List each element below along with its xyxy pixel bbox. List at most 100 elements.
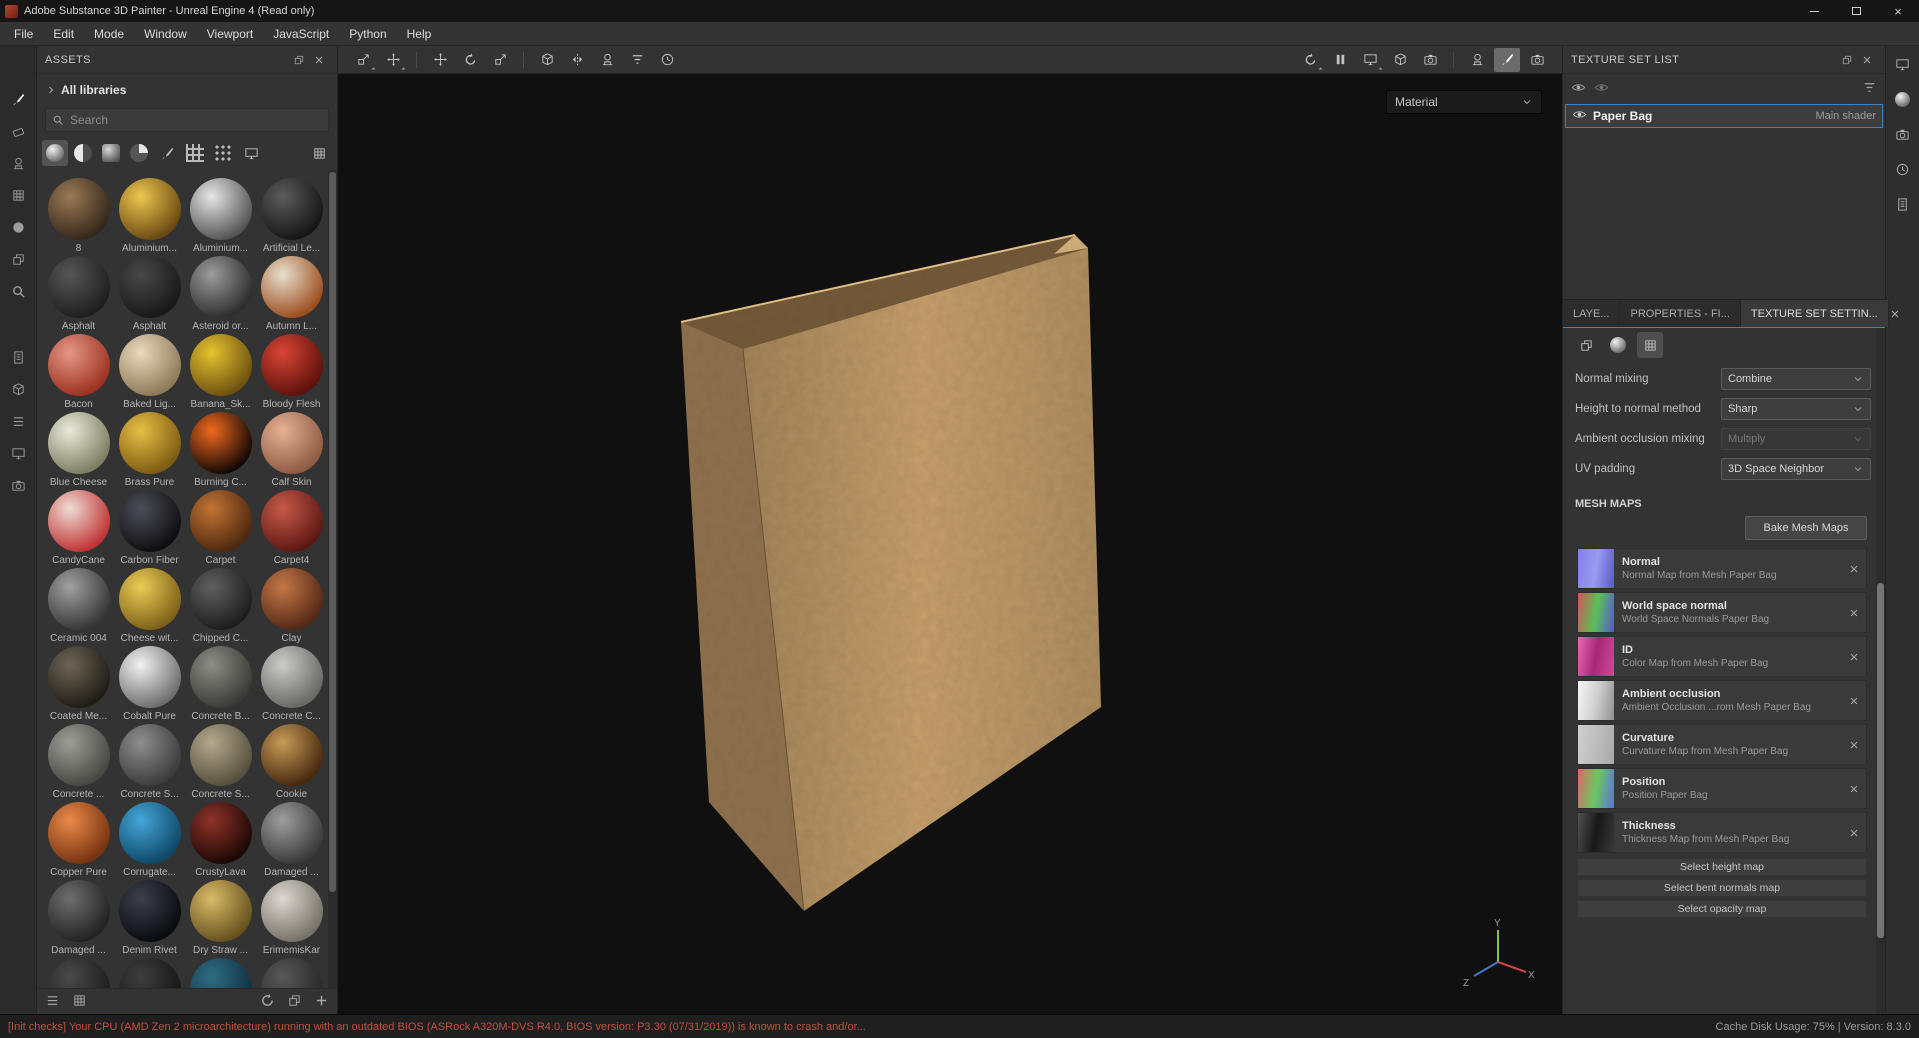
viewport-layout-icon[interactable] xyxy=(1357,48,1383,72)
asset-item[interactable] xyxy=(114,958,185,988)
asset-item[interactable]: Bloody Flesh xyxy=(256,334,327,412)
mesh-map-row[interactable]: Position Position Paper Bag xyxy=(1577,768,1867,809)
menu-item[interactable]: Edit xyxy=(43,22,84,45)
bake-mesh-maps-button[interactable]: Bake Mesh Maps xyxy=(1745,516,1867,540)
asset-item[interactable]: Artificial Le... xyxy=(256,178,327,256)
close-button[interactable]: × xyxy=(1877,0,1919,22)
quick-export-icon[interactable] xyxy=(5,344,31,370)
mesh-map-row[interactable]: Normal Normal Map from Mesh Paper Bag xyxy=(1577,548,1867,589)
camera-settings-icon[interactable] xyxy=(1892,123,1914,145)
material-mode-icon[interactable] xyxy=(1605,332,1631,358)
asset-item[interactable]: Damaged ... xyxy=(43,880,114,958)
asset-item[interactable] xyxy=(43,958,114,988)
asset-item[interactable]: Calf Skin xyxy=(256,412,327,490)
panel-tab[interactable]: LAYE... xyxy=(1563,300,1621,327)
remove-mesh-map-icon[interactable] xyxy=(1842,695,1866,707)
assets-scrollbar[interactable] xyxy=(328,170,337,988)
asset-item[interactable]: Burning C... xyxy=(185,412,256,490)
field-select[interactable]: 3D Space Neighbor xyxy=(1721,458,1871,480)
asset-item[interactable]: Copper Pure xyxy=(43,802,114,880)
filter-smart-materials-icon[interactable] xyxy=(70,140,96,166)
select-map-button[interactable]: Select height map xyxy=(1577,858,1867,876)
select-map-button[interactable]: Select bent normals map xyxy=(1577,879,1867,897)
snap-transform-icon[interactable] xyxy=(380,48,406,72)
asset-item[interactable]: Concrete S... xyxy=(185,724,256,802)
asset-item[interactable]: Denim Rivet xyxy=(114,880,185,958)
filter-filters-icon[interactable] xyxy=(126,140,152,166)
menu-item[interactable]: File xyxy=(4,22,43,45)
undock-panel-icon[interactable] xyxy=(1837,50,1857,70)
close-panel-icon[interactable] xyxy=(309,50,329,70)
asset-item[interactable]: Coated Me... xyxy=(43,646,114,724)
asset-item[interactable]: Concrete B... xyxy=(185,646,256,724)
remove-mesh-map-icon[interactable] xyxy=(1842,739,1866,751)
lazy-mouse-icon[interactable] xyxy=(624,48,650,72)
asset-item[interactable]: Concrete S... xyxy=(114,724,185,802)
asset-item[interactable]: Dry Straw ... xyxy=(185,880,256,958)
menu-item[interactable]: Window xyxy=(134,22,197,45)
maximize-button[interactable] xyxy=(1835,0,1877,22)
channels-mode-icon[interactable] xyxy=(1573,332,1599,358)
asset-item[interactable]: Damaged ... xyxy=(256,802,327,880)
search-input[interactable] xyxy=(70,113,270,127)
display-settings-icon[interactable] xyxy=(1892,53,1914,75)
paper-bag-model[interactable] xyxy=(338,74,1562,1014)
scale-tool-icon[interactable] xyxy=(487,48,513,72)
select-map-button[interactable]: Select opacity map xyxy=(1577,900,1867,918)
filter-environments-icon[interactable] xyxy=(238,140,264,166)
clone-tool-icon[interactable] xyxy=(5,246,31,272)
expand-view-icon[interactable] xyxy=(287,993,302,1011)
navigation-gizmo[interactable]: Y X Z xyxy=(1458,916,1538,996)
shader-settings-icon[interactable] xyxy=(1892,88,1914,110)
texture-set-filter-icon[interactable] xyxy=(1862,80,1877,98)
solo-set-eye-icon[interactable] xyxy=(1594,80,1609,98)
filter-textures-icon[interactable] xyxy=(210,140,236,166)
menu-item[interactable]: Mode xyxy=(84,22,134,45)
asset-item[interactable]: Corrugate... xyxy=(114,802,185,880)
screenshot-icon[interactable] xyxy=(1524,48,1550,72)
geometry-mask-icon[interactable] xyxy=(534,48,560,72)
settings-scrollbar[interactable] xyxy=(1876,328,1885,1014)
minimize-button[interactable] xyxy=(1793,0,1835,22)
small-thumbnails-icon[interactable] xyxy=(45,993,60,1011)
import-resources-icon[interactable] xyxy=(314,993,329,1011)
menu-item[interactable]: Python xyxy=(339,22,396,45)
asset-item[interactable]: Concrete ... xyxy=(43,724,114,802)
history-icon[interactable] xyxy=(1892,158,1914,180)
field-select[interactable]: Combine xyxy=(1721,368,1871,390)
shading-mode-select[interactable]: Material xyxy=(1386,90,1542,114)
asset-item[interactable]: Blue Cheese xyxy=(43,412,114,490)
show-all-sets-eye-icon[interactable] xyxy=(1571,80,1586,98)
move-tool-icon[interactable] xyxy=(427,48,453,72)
undock-panel-icon[interactable] xyxy=(289,50,309,70)
asset-item[interactable]: Concrete C... xyxy=(256,646,327,724)
texture-set-row[interactable]: Paper Bag Main shader xyxy=(1565,104,1883,128)
asset-item[interactable]: CandyCane xyxy=(43,490,114,568)
asset-item[interactable]: Carbon Fiber xyxy=(114,490,185,568)
remove-mesh-map-icon[interactable] xyxy=(1842,827,1866,839)
remove-mesh-map-icon[interactable] xyxy=(1842,783,1866,795)
filter-brushes-icon[interactable] xyxy=(154,140,180,166)
asset-item[interactable]: ErimemisKar xyxy=(256,880,327,958)
mesh-map-row[interactable]: Thickness Thickness Map from Mesh Paper … xyxy=(1577,812,1867,853)
asset-item[interactable] xyxy=(256,958,327,988)
filter-smart-masks-icon[interactable] xyxy=(98,140,124,166)
physics-icon[interactable] xyxy=(654,48,680,72)
asset-item[interactable]: CrustyLava xyxy=(185,802,256,880)
eraser-tool-icon[interactable] xyxy=(5,118,31,144)
asset-item[interactable]: Clay xyxy=(256,568,327,646)
paint-tool-icon[interactable] xyxy=(5,86,31,112)
mesh-map-row[interactable]: ID Color Map from Mesh Paper Bag xyxy=(1577,636,1867,677)
asset-item[interactable]: Aluminium... xyxy=(114,178,185,256)
iray-render-icon[interactable] xyxy=(1387,48,1413,72)
shader-badge[interactable]: Main shader xyxy=(1815,110,1876,122)
baking-icon[interactable] xyxy=(5,376,31,402)
asset-item[interactable]: Asteroid or... xyxy=(185,256,256,334)
asset-item[interactable]: Bacon xyxy=(43,334,114,412)
asset-item[interactable]: Chipped C... xyxy=(185,568,256,646)
mirror-icon[interactable] xyxy=(564,48,590,72)
asset-item[interactable]: Carpet xyxy=(185,490,256,568)
projection-tool-icon[interactable] xyxy=(5,150,31,176)
refresh-shelf-icon[interactable] xyxy=(260,993,275,1011)
material-picker-tool-icon[interactable] xyxy=(5,278,31,304)
